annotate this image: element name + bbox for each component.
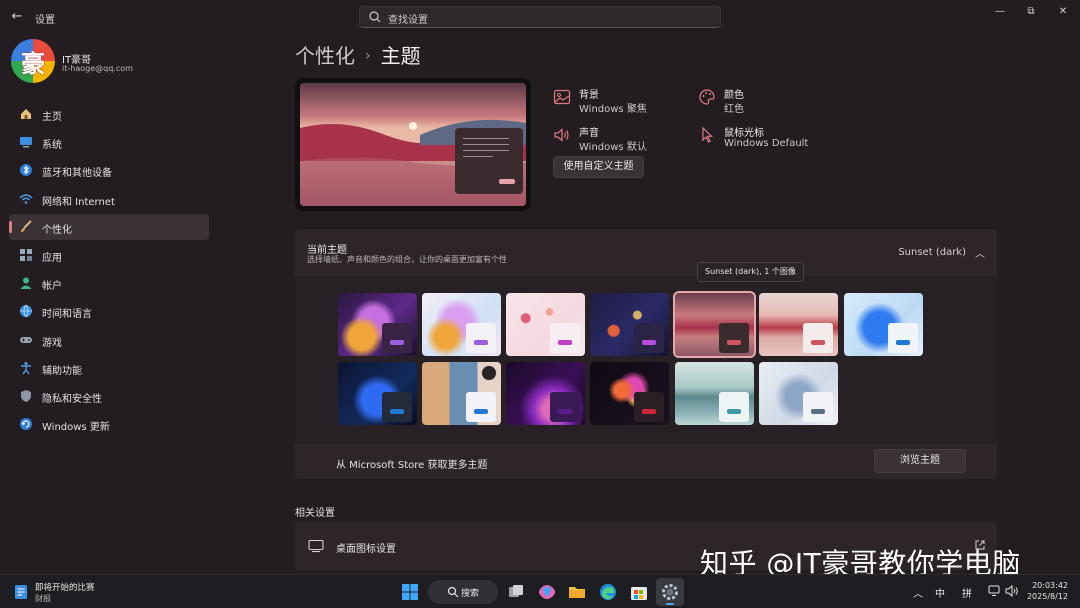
store-row: 从 Microsoft Store 获取更多主题 浏览主题 (295, 444, 997, 479)
theme-thumbnail-6[interactable] (759, 293, 838, 356)
taskbar-search-button[interactable]: 搜索 (428, 580, 498, 604)
show-hidden-icons-chevron-icon[interactable]: ︿ (913, 585, 923, 600)
cursor-icon (702, 126, 713, 143)
gamepad-icon (20, 336, 32, 343)
theme-gallery (295, 277, 997, 443)
sidebar-item-home[interactable]: 主页 (9, 101, 209, 127)
related-settings-heading: 相关设置 (295, 508, 335, 519)
volume-icon[interactable] (1005, 585, 1019, 597)
theme-thumbnail-13[interactable] (759, 362, 838, 425)
globe-icon (20, 305, 32, 318)
taskbar: 即将开始的比赛 财报 搜索 ︿ 中 拼 20:03:42 2025/8/12 (0, 574, 1080, 608)
back-arrow-icon[interactable]: ← (8, 8, 26, 26)
shield-icon (21, 389, 31, 402)
network-icon[interactable] (988, 585, 1002, 597)
chevron-up-icon[interactable]: ︿ (975, 245, 985, 260)
sidebar-item-personalization[interactable]: 个性化 (9, 213, 209, 240)
speaker-icon (554, 128, 569, 142)
search-icon (369, 11, 381, 23)
cursor-setting[interactable]: 鼠标光标 Windows Default (698, 122, 828, 152)
microsoft-store-icon[interactable] (629, 582, 649, 602)
news-widget-icon[interactable] (14, 584, 28, 600)
theme-thumbnail-11[interactable] (590, 362, 669, 425)
apps-icon (20, 248, 32, 261)
theme-thumbnail-9[interactable] (422, 362, 501, 425)
sidebar-item-time-language[interactable]: 时间和语言 (9, 298, 209, 324)
avatar[interactable]: 豪 (11, 39, 55, 83)
browse-themes-button[interactable]: 浏览主题 (874, 449, 966, 473)
theme-thumbnail-4[interactable] (590, 293, 669, 356)
store-label: 从 Microsoft Store 获取更多主题 (336, 460, 488, 471)
sidebar-item-windows-update[interactable]: Windows 更新 (9, 411, 209, 437)
sidebar-item-bluetooth[interactable]: 蓝牙和其他设备 (9, 157, 209, 183)
bluetooth-icon (20, 164, 32, 177)
sidebar-item-accessibility[interactable]: 辅助功能 (9, 355, 209, 381)
page-title: 个性化 › 主题 (295, 40, 421, 69)
theme-thumbnail-2[interactable] (422, 293, 501, 356)
account-icon (20, 277, 32, 290)
theme-thumbnail-1[interactable] (338, 293, 417, 356)
sidebar-item-privacy[interactable]: 隐私和安全性 (9, 383, 209, 409)
theme-thumbnail-5[interactable] (673, 291, 756, 358)
theme-thumbnail-7[interactable] (844, 293, 923, 356)
sidebar-item-gaming[interactable]: 游戏 (9, 327, 209, 353)
preview-window (455, 128, 523, 194)
clock-time: 20:03:42 (1032, 581, 1068, 590)
sidebar-item-apps[interactable]: 应用 (9, 242, 209, 268)
current-theme-header[interactable]: 当前主题 选择墙纸、声音和颜色的组合，让你的桌面更加富有个性 Sunset (d… (295, 229, 997, 276)
edge-browser-icon[interactable] (598, 582, 618, 602)
sound-setting[interactable]: 声音 Windows 默认 (553, 122, 683, 153)
clock-date: 2025/8/12 (1026, 592, 1068, 601)
task-view-icon[interactable] (506, 582, 526, 602)
theme-preview (295, 78, 531, 211)
settings-app-active-bg[interactable] (656, 578, 684, 606)
palette-icon (699, 89, 715, 105)
home-icon (21, 109, 31, 119)
start-menu-icon[interactable] (400, 582, 420, 602)
background-setting[interactable]: 背景 Windows 聚焦 (553, 84, 683, 115)
current-theme-subtitle: 选择墙纸、声音和颜色的组合，让你的桌面更加富有个性 (307, 255, 507, 264)
sidebar-nav: 主页 系统 蓝牙和其他设备 网络和 Internet 个性化 应用 帐户 时间和… (9, 101, 209, 439)
maximize-button[interactable]: ⧉ (1019, 4, 1043, 20)
picture-icon (553, 89, 571, 105)
sidebar-item-system[interactable]: 系统 (9, 129, 209, 155)
theme-thumbnail-10[interactable] (506, 362, 585, 425)
ime-language[interactable]: 中 (935, 585, 945, 600)
search-input[interactable]: 查找设置 (359, 6, 721, 28)
search-icon (447, 586, 459, 598)
system-icon (20, 137, 32, 148)
breadcrumb-separator: › (365, 48, 371, 64)
close-button[interactable]: ✕ (1051, 4, 1075, 20)
sidebar-item-accounts[interactable]: 帐户 (9, 270, 209, 296)
current-theme-value: Sunset (dark) (898, 247, 966, 258)
news-widget-subtitle: 财报 (35, 594, 51, 603)
brush-icon (21, 220, 32, 232)
theme-thumbnail-3[interactable] (506, 293, 585, 356)
minimize-button[interactable]: — (988, 4, 1012, 20)
spotlight-badge-icon (481, 365, 497, 381)
app-title: 设置 (35, 15, 55, 26)
theme-tooltip: Sunset (dark), 1 个图像 (697, 262, 804, 282)
file-explorer-icon[interactable] (567, 582, 587, 602)
user-email: it-haoge@qq.com (62, 64, 133, 73)
color-setting[interactable]: 颜色 红色 (698, 84, 828, 115)
copilot-icon[interactable] (537, 582, 557, 602)
theme-thumbnail-8[interactable] (338, 362, 417, 425)
custom-theme-button[interactable]: 使用自定义主题 (553, 156, 644, 178)
wifi-icon (19, 193, 33, 204)
accessibility-icon (21, 361, 31, 375)
update-icon (20, 418, 32, 431)
ime-mode[interactable]: 拼 (962, 585, 972, 600)
clock[interactable]: 20:03:42 2025/8/12 (1027, 580, 1068, 602)
settings-gear-icon (662, 584, 678, 600)
monitor-icon (308, 539, 324, 553)
news-widget-title[interactable]: 即将开始的比赛 (35, 581, 95, 593)
theme-thumbnail-12[interactable] (675, 362, 754, 425)
breadcrumb-current: 主题 (380, 44, 421, 68)
avatar-char: 豪 (21, 49, 45, 78)
sidebar-item-network[interactable]: 网络和 Internet (9, 186, 209, 212)
breadcrumb-parent[interactable]: 个性化 (295, 44, 355, 68)
search-placeholder: 查找设置 (388, 15, 428, 26)
title-bar: ← 设置 查找设置 — ⧉ ✕ (0, 0, 1080, 34)
